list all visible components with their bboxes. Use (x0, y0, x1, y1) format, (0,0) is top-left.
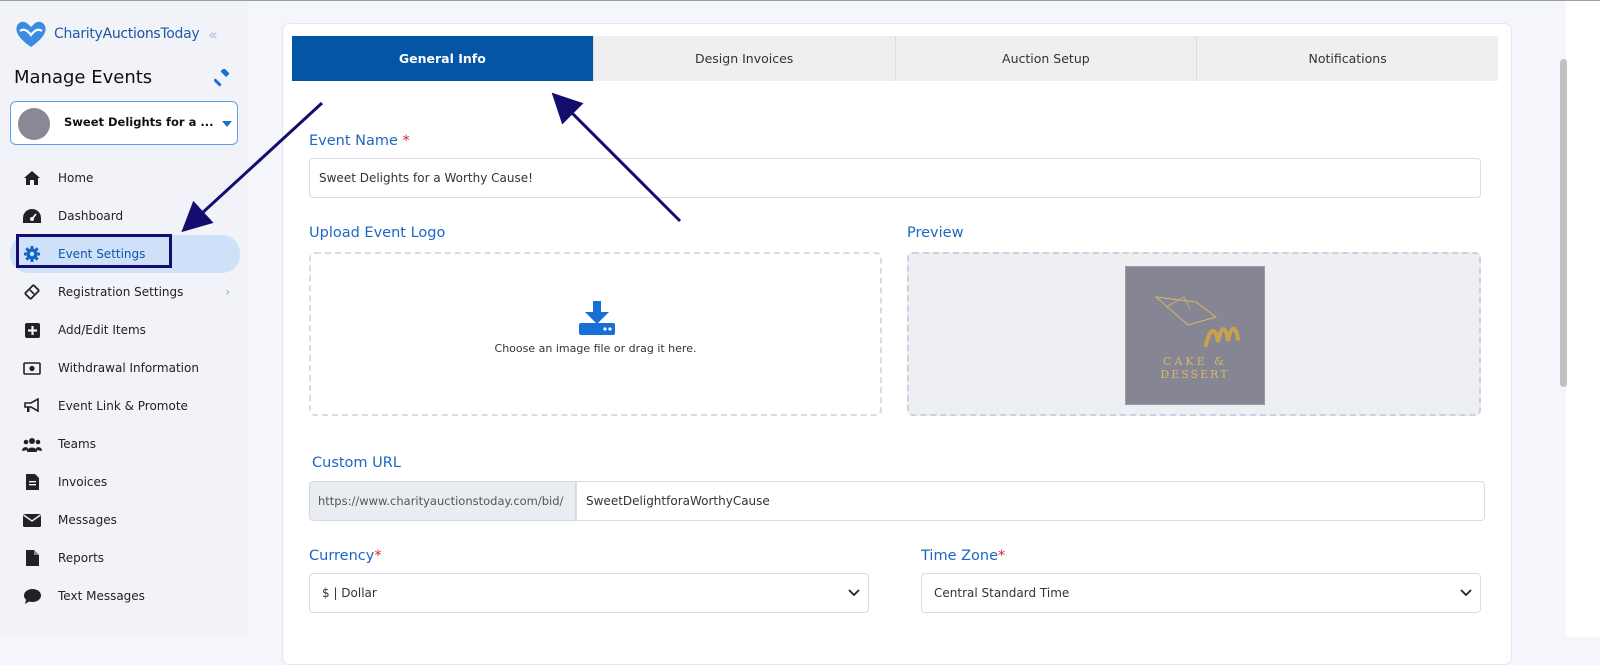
time-zone-value: Central Standard Time (934, 586, 1070, 600)
megaphone-icon (22, 398, 42, 414)
sidebar-item-label: Reports (58, 551, 105, 565)
gavel-icon[interactable] (214, 69, 232, 87)
collapse-sidebar-icon[interactable]: « (208, 25, 218, 44)
file-invoice-icon (22, 474, 42, 490)
logo-line-1: CAKE & (1163, 355, 1227, 368)
preview-label: Preview (907, 225, 964, 241)
caret-down-icon (222, 121, 232, 127)
heart-hands-icon (16, 21, 46, 47)
cake-logo-artwork (1154, 296, 1240, 347)
currency-label: Currency* (309, 548, 382, 564)
chevron-right-icon: › (225, 285, 230, 299)
tab-auction-setup[interactable]: Auction Setup (895, 36, 1198, 81)
download-tray-icon (579, 301, 615, 335)
logo-line-2: DESSERT (1160, 368, 1230, 381)
time-zone-label: Time Zone* (921, 548, 1006, 564)
sidebar-item-event-link-promote[interactable]: Event Link & Promote (10, 387, 240, 425)
tab-notifications[interactable]: Notifications (1197, 36, 1498, 81)
sidebar-item-home[interactable]: Home (10, 159, 240, 197)
sidebar-item-label: Invoices (58, 475, 108, 489)
tab-general-info[interactable]: General Info (292, 36, 594, 81)
chevron-down-icon (1460, 589, 1472, 597)
sidebar-item-invoices[interactable]: Invoices (10, 463, 240, 501)
envelope-icon (22, 513, 42, 527)
sidebar-item-dashboard[interactable]: Dashboard (10, 197, 240, 235)
event-selector[interactable]: Sweet Delights for a ... (10, 101, 238, 145)
event-selector-name: Sweet Delights for a ... (64, 115, 214, 129)
sidebar-item-label: Text Messages (58, 589, 145, 603)
event-name-label: Event Name * (309, 133, 410, 149)
sidebar-item-text-messages[interactable]: Text Messages (10, 577, 240, 615)
home-icon (22, 171, 42, 185)
page-scrollbar-thumb[interactable] (1560, 59, 1567, 387)
brand-logo[interactable]: CharityAuctionsToday (14, 17, 200, 51)
event-logo-image: CAKE & DESSERT · · · · (1125, 266, 1265, 405)
annotation-highlight-box (16, 234, 172, 268)
logo-preview: CAKE & DESSERT · · · · (907, 252, 1481, 416)
money-bill-icon (22, 361, 42, 375)
sidebar-item-registration-settings[interactable]: Registration Settings › (10, 273, 240, 311)
sidebar-item-label: Teams (58, 437, 96, 451)
tab-design-invoices[interactable]: Design Invoices (593, 36, 896, 81)
sidebar-item-label: Dashboard (58, 209, 124, 223)
file-icon (22, 550, 42, 566)
event-name-input[interactable]: Sweet Delights for a Worthy Cause! (309, 158, 1481, 198)
sidebar-title: Manage Events (14, 67, 153, 88)
upload-logo-label: Upload Event Logo (309, 225, 446, 241)
comment-icon (22, 588, 42, 604)
gauge-icon (22, 209, 42, 223)
users-icon (22, 437, 42, 452)
currency-value: $ | Dollar (322, 586, 377, 600)
plus-square-icon (22, 322, 42, 338)
custom-url-prefix: https://www.charityauctionstoday.com/bid… (309, 481, 576, 521)
custom-url-label: Custom URL (312, 455, 401, 471)
sidebar-item-label: Withdrawal Information (58, 361, 199, 375)
settings-tabs: General Info Design Invoices Auction Set… (292, 36, 1498, 81)
sidebar-item-label: Home (58, 171, 94, 185)
sidebar-item-label: Event Link & Promote (58, 399, 188, 413)
sidebar-item-reports[interactable]: Reports (10, 539, 240, 577)
time-zone-select[interactable]: Central Standard Time (921, 573, 1481, 613)
ticket-icon (22, 284, 42, 300)
currency-select[interactable]: $ | Dollar (309, 573, 869, 613)
logo-dropzone[interactable]: Choose an image file or drag it here. (309, 252, 882, 416)
sidebar-item-add-edit-items[interactable]: Add/Edit Items (10, 311, 240, 349)
logo-line-3: · · · · (1181, 384, 1209, 391)
sidebar-item-teams[interactable]: Teams (10, 425, 240, 463)
sidebar-item-withdrawal-information[interactable]: Withdrawal Information (10, 349, 240, 387)
sidebar-item-messages[interactable]: Messages (10, 501, 240, 539)
brand-name: CharityAuctionsToday (54, 26, 200, 42)
sidebar-nav: Home Dashboard Event Settings Registrati… (10, 159, 240, 615)
sidebar-item-label: Registration Settings (58, 285, 184, 299)
sidebar-item-label: Messages (58, 513, 117, 527)
page-scrollbar-track[interactable] (1566, 1, 1600, 637)
custom-url-input[interactable]: SweetDelightforaWorthyCause (576, 481, 1485, 521)
event-avatar (18, 108, 50, 140)
chevron-down-icon (848, 589, 860, 597)
sidebar: CharityAuctionsToday « Manage Events Swe… (0, 1, 248, 637)
dropzone-hint: Choose an image file or drag it here. (494, 342, 697, 355)
sidebar-item-label: Add/Edit Items (58, 323, 146, 337)
